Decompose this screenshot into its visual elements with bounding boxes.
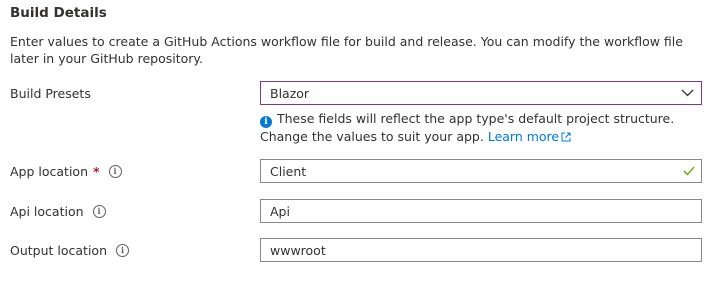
info-icon[interactable]: i — [92, 204, 106, 218]
checkmark-icon — [677, 166, 701, 176]
output-location-label: Output location i — [10, 240, 129, 260]
build-presets-label-text: Build Presets — [10, 85, 91, 101]
build-presets-note: i These fields will reflect the app type'… — [260, 110, 700, 146]
learn-more-link[interactable]: Learn more — [488, 129, 571, 144]
output-location-label-text: Output location — [10, 242, 107, 258]
output-location-value: wwwroot — [270, 242, 326, 258]
required-marker: * — [93, 163, 100, 179]
output-location-input[interactable]: wwwroot — [260, 238, 702, 262]
chevron-down-icon — [673, 82, 701, 104]
learn-more-text: Learn more — [487, 129, 560, 144]
api-location-value: Api — [270, 203, 290, 219]
app-location-value: Client — [270, 163, 307, 179]
app-location-label: App location * i — [10, 161, 122, 181]
section-title: Build Details — [10, 5, 107, 21]
app-location-label-text: App location — [10, 163, 88, 179]
info-icon[interactable]: i — [108, 164, 122, 178]
section-description: Enter values to create a GitHub Actions … — [10, 34, 683, 66]
api-location-input[interactable]: Api — [260, 199, 702, 223]
build-presets-dropdown[interactable]: Blazor — [260, 81, 702, 105]
build-presets-label: Build Presets — [10, 83, 91, 103]
external-link-icon — [561, 129, 571, 146]
build-presets-note-text: These fields will reflect the app type's… — [260, 111, 675, 144]
build-presets-selected-value: Blazor — [270, 85, 310, 101]
info-icon: i — [260, 116, 272, 128]
info-icon[interactable]: i — [116, 243, 129, 257]
api-location-label-text: Api location — [10, 203, 84, 219]
api-location-label: Api location i — [10, 201, 106, 221]
app-location-input[interactable]: Client — [260, 159, 702, 183]
